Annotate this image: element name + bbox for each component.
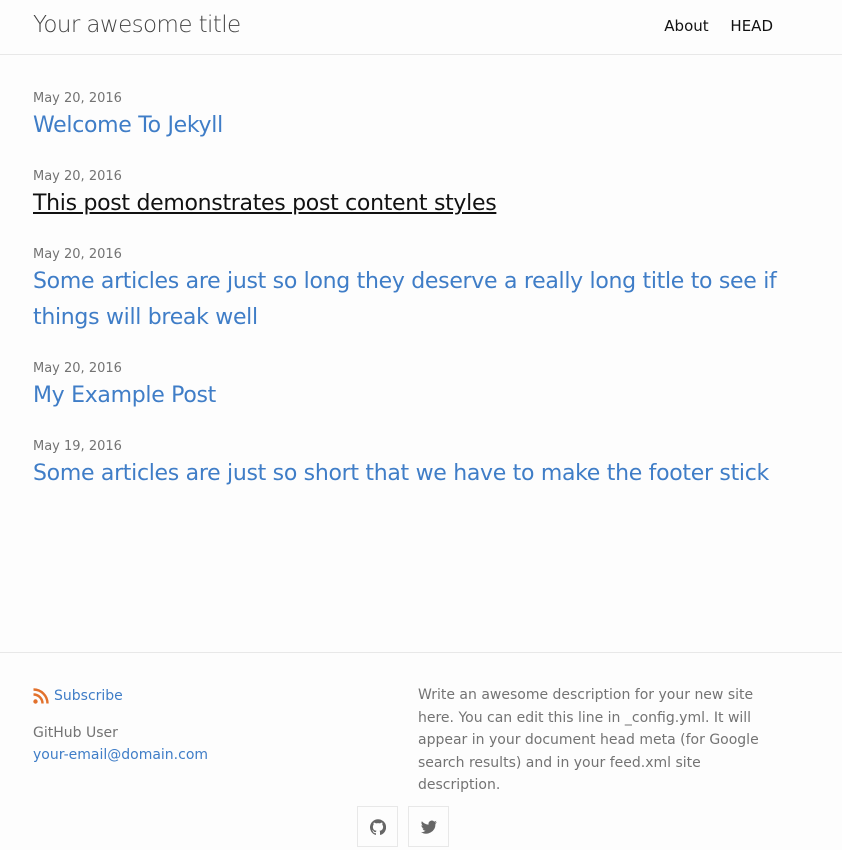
post-date: May 20, 2016 <box>33 361 122 376</box>
nav-item-head[interactable]: HEAD <box>730 17 773 35</box>
post-title-link[interactable]: Welcome To Jekyll <box>33 108 793 144</box>
twitter-button[interactable] <box>408 806 449 847</box>
site-description: Write an awesome description for your ne… <box>418 687 759 793</box>
post-list: May 20, 2016 Welcome To Jekyll May 20, 2… <box>33 90 793 516</box>
footer-email-link[interactable]: your-email@domain.com <box>33 744 208 766</box>
post-date: May 20, 2016 <box>33 169 122 184</box>
footer-contact: Subscribe GitHub User your-email@domain.… <box>33 688 208 766</box>
site-title-link[interactable]: Your awesome title <box>33 12 241 38</box>
post-date: May 19, 2016 <box>33 439 122 454</box>
site-nav: About HEAD <box>647 17 773 35</box>
post-list-item: May 19, 2016 Some articles are just so s… <box>33 438 793 492</box>
post-date: May 20, 2016 <box>33 91 122 106</box>
site-header: Your awesome title About HEAD <box>0 0 842 55</box>
social-links <box>357 806 459 847</box>
github-button[interactable] <box>357 806 398 847</box>
post-title-link[interactable]: This post demonstrates post content styl… <box>33 186 793 222</box>
site-footer: Subscribe GitHub User your-email@domain.… <box>0 652 842 850</box>
post-list-item: May 20, 2016 My Example Post <box>33 360 793 414</box>
post-list-item: May 20, 2016 Welcome To Jekyll <box>33 90 793 144</box>
footer-author: GitHub User <box>33 725 118 741</box>
post-list-item: May 20, 2016 Some articles are just so l… <box>33 246 793 336</box>
github-icon <box>369 818 386 835</box>
post-title-link[interactable]: Some articles are just so long they dese… <box>33 264 793 336</box>
post-list-item: May 20, 2016 This post demonstrates post… <box>33 168 793 222</box>
subscribe-link[interactable]: Subscribe <box>33 688 208 704</box>
post-title-link[interactable]: Some articles are just so short that we … <box>33 456 793 492</box>
rss-icon <box>33 688 49 704</box>
twitter-icon <box>420 820 437 834</box>
nav-item-about[interactable]: About <box>664 17 708 35</box>
subscribe-label: Subscribe <box>54 688 123 704</box>
post-date: May 20, 2016 <box>33 247 122 262</box>
post-title-link[interactable]: My Example Post <box>33 378 793 414</box>
